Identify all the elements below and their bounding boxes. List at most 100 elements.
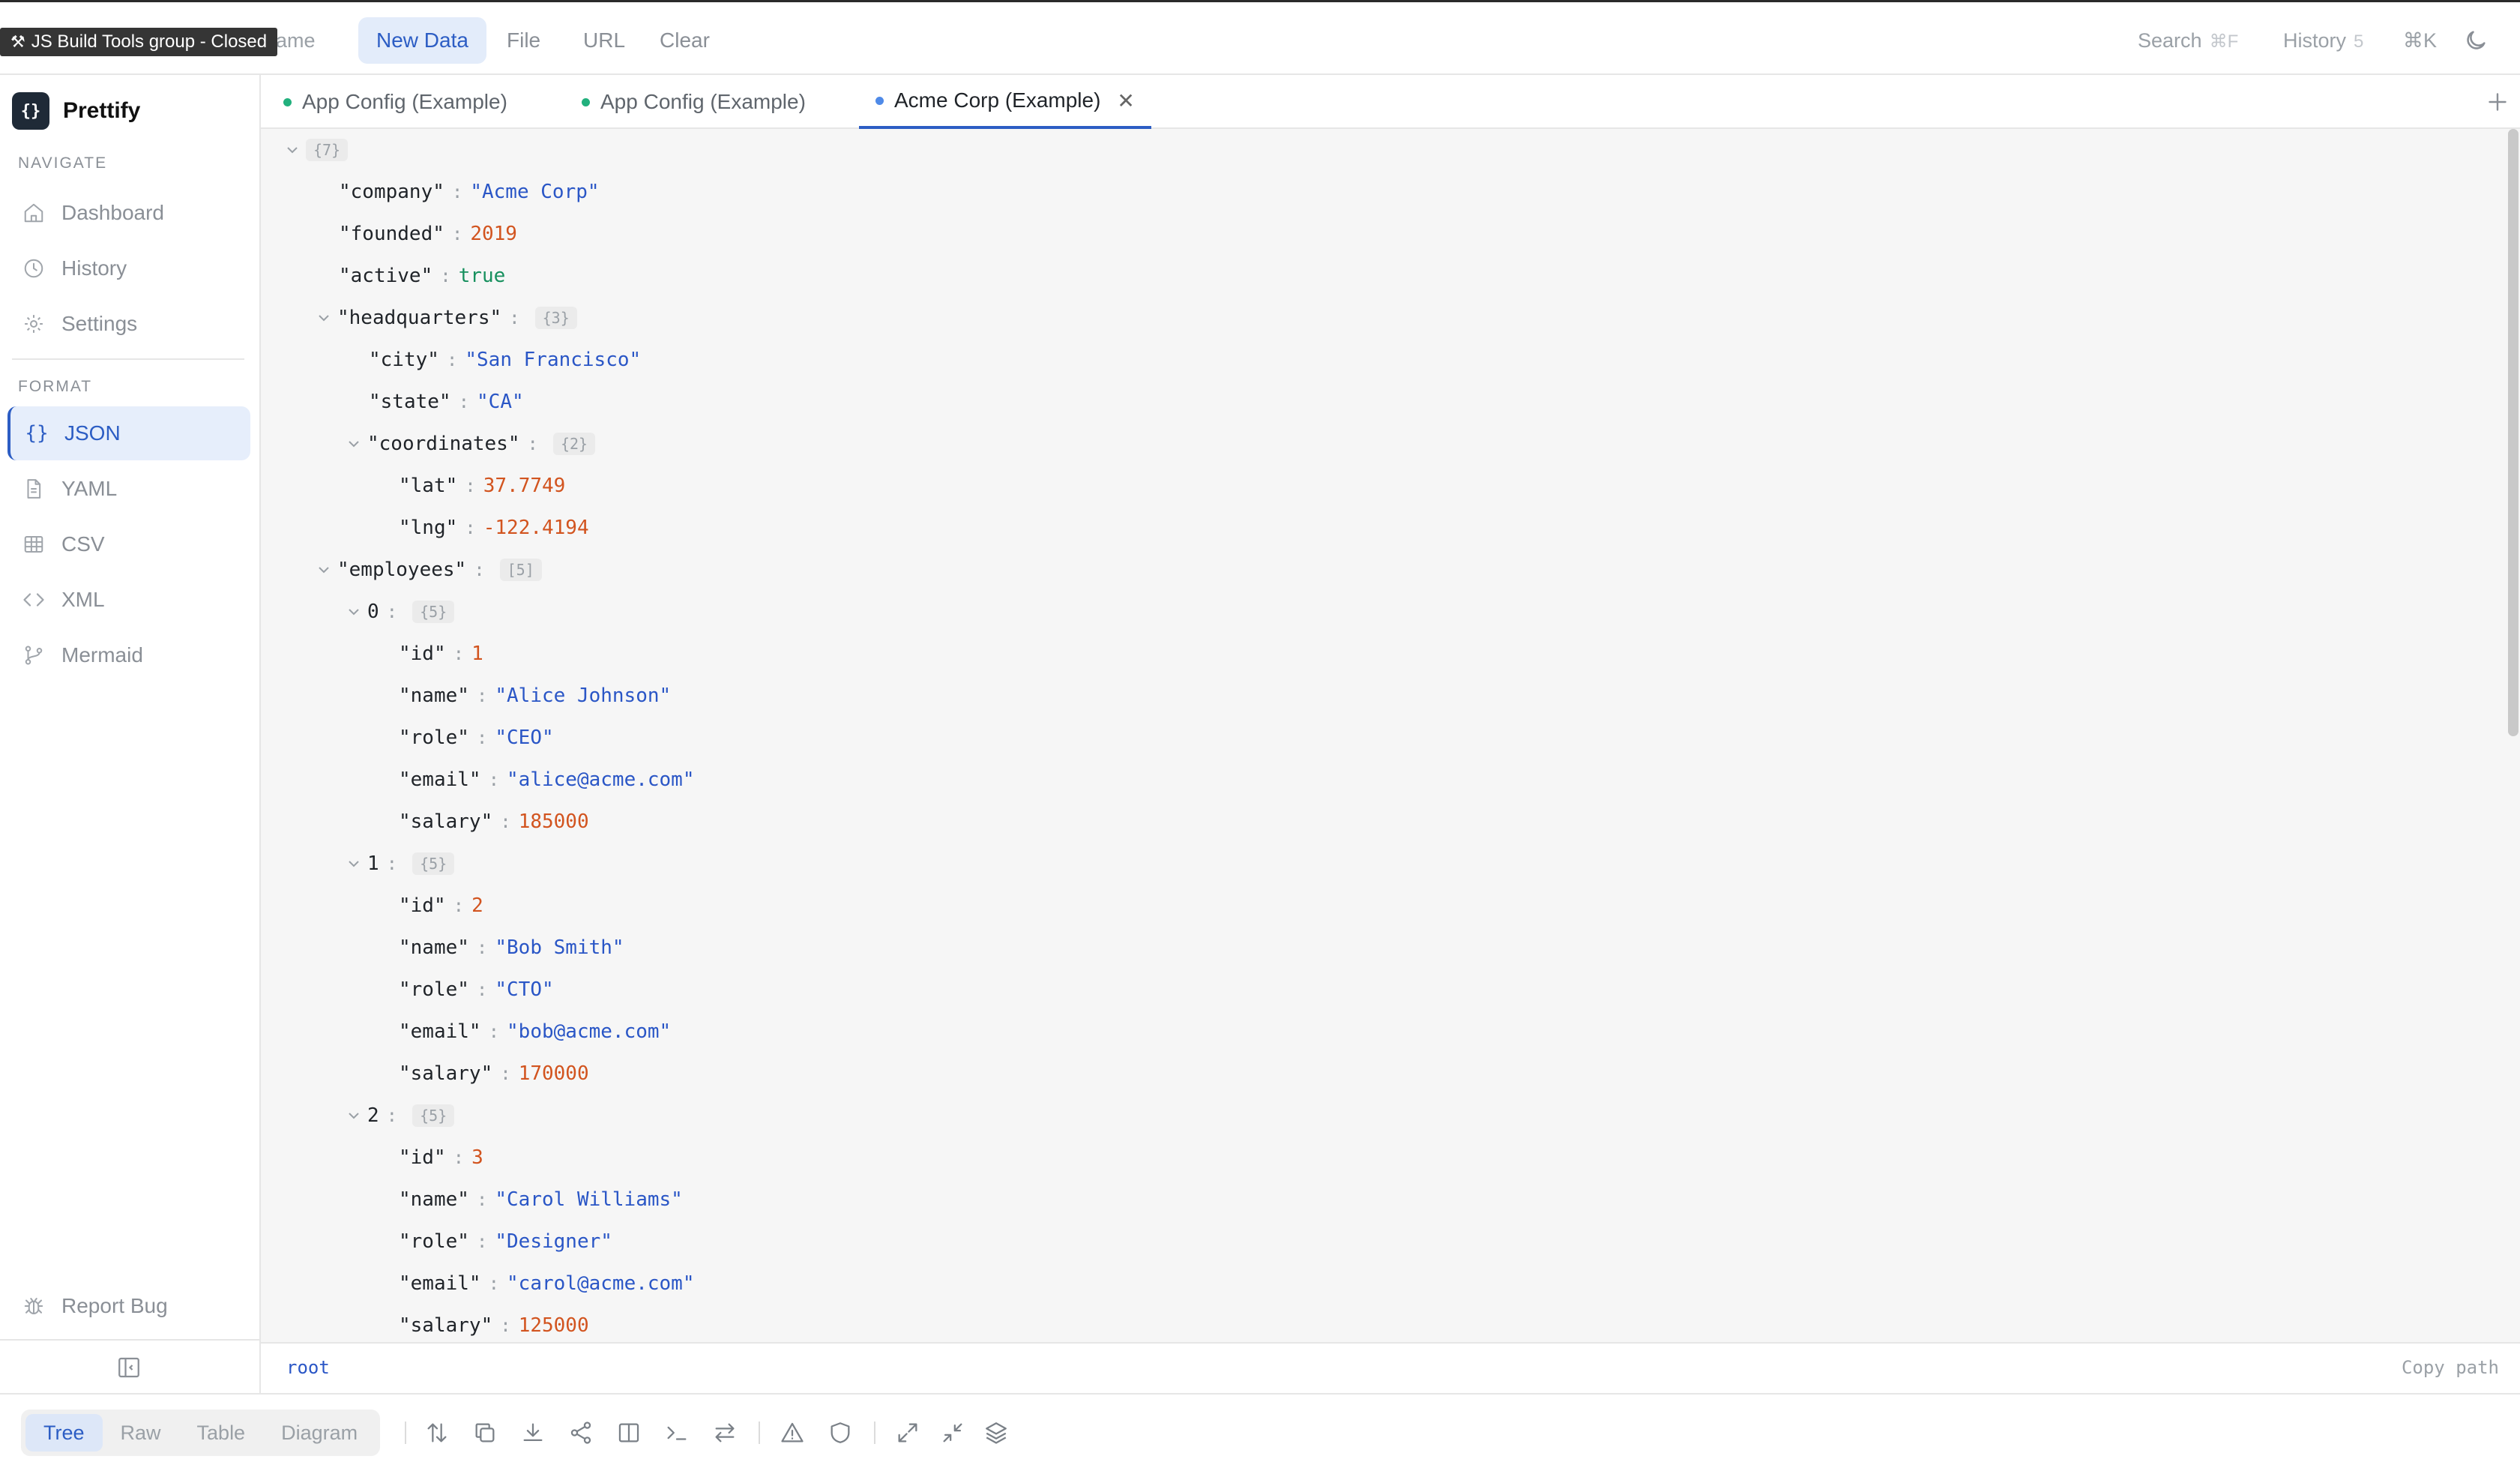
tab-label: App Config (Example) [600, 90, 806, 113]
tree-node[interactable]: "name": "Bob Smith" [399, 927, 624, 969]
tree-node-employee-0[interactable]: 0: {5} [345, 591, 455, 633]
tree-node[interactable]: "salary":125000 [399, 1305, 589, 1342]
sidebar-item-label: CSV [61, 532, 105, 556]
node-value: "San Francisco" [465, 349, 642, 371]
brand[interactable]: {} Prettify [12, 91, 140, 130]
tree-node[interactable]: "name": "Alice Johnson" [399, 675, 671, 717]
colon: : [476, 937, 488, 958]
tree-node[interactable]: "lng": -122.4194 [399, 507, 589, 549]
tree-node[interactable]: "email": "carol@acme.com" [399, 1263, 694, 1305]
tooltip-text: JS Build Tools group - Closed [31, 31, 268, 52]
expand-all-button[interactable] [895, 1420, 920, 1446]
node-key: "name" [399, 936, 469, 959]
tree-node[interactable]: "email": "bob@acme.com" [399, 1011, 671, 1053]
sidebar-item-mermaid[interactable]: Mermaid [7, 628, 250, 682]
compare-button[interactable] [712, 1420, 738, 1446]
warning-icon [781, 1422, 804, 1443]
node-key: "headquarters" [337, 307, 502, 329]
split-view-button[interactable] [616, 1420, 642, 1446]
node-value: "Alice Johnson" [495, 685, 672, 707]
command-palette-button[interactable]: ⌘K [2403, 17, 2437, 64]
colon: : [527, 433, 538, 454]
view-table-button[interactable]: Table [179, 1414, 264, 1452]
tab-acme-corp[interactable]: Acme Corp (Example) ✕ [859, 75, 1151, 129]
view-raw-button[interactable]: Raw [103, 1414, 179, 1452]
node-count-badge: {5} [412, 601, 455, 623]
collapse-all-button[interactable] [940, 1420, 965, 1446]
node-key: "email" [399, 1020, 481, 1043]
sidebar-item-history[interactable]: History [7, 241, 250, 295]
search-button[interactable]: Search ⌘F [2138, 17, 2238, 64]
json-path[interactable]: root [286, 1357, 330, 1378]
collapse-sidebar-button[interactable] [115, 1354, 142, 1381]
tree-node-employee-1[interactable]: 1: {5} [345, 843, 455, 885]
new-data-button[interactable]: New Data [358, 17, 486, 64]
terminal-button[interactable] [664, 1420, 690, 1446]
toolbar-separator [405, 1422, 406, 1444]
tree-node-root[interactable]: {7} [283, 129, 349, 171]
tree-node-employee-2[interactable]: 2: {5} [345, 1095, 455, 1137]
tree-node-coordinates[interactable]: "coordinates": {2} [345, 423, 596, 465]
tree-node[interactable]: "state": "CA" [369, 381, 524, 423]
download-icon [523, 1423, 543, 1442]
view-tree-button[interactable]: Tree [25, 1414, 103, 1452]
tab-group-tooltip: ⚒ JS Build Tools group - Closed [0, 28, 278, 56]
tree-node[interactable]: "name": "Carol Williams" [399, 1179, 683, 1221]
tree-node[interactable]: "id":2 [399, 885, 483, 927]
tree-node[interactable]: "company": "Acme Corp" [339, 171, 600, 213]
tree-node[interactable]: "city": "San Francisco" [369, 339, 641, 381]
view-diagram-button[interactable]: Diagram [263, 1414, 376, 1452]
layers-button[interactable] [983, 1420, 1009, 1446]
history-label: History [2283, 29, 2347, 52]
tree-node-headquarters[interactable]: "headquarters": {3} [315, 297, 577, 339]
tree-node-employees[interactable]: "employees": [5] [315, 549, 542, 591]
tree-node[interactable]: "salary":170000 [399, 1053, 589, 1095]
download-button[interactable] [520, 1420, 546, 1446]
file-button[interactable]: File [489, 17, 558, 64]
tree-node[interactable]: "role": "CEO" [399, 717, 554, 759]
tree-node[interactable]: "role": "CTO" [399, 969, 554, 1011]
sidebar-item-yaml[interactable]: YAML [7, 462, 250, 516]
copy-button[interactable] [472, 1420, 498, 1446]
clear-button[interactable]: Clear [642, 17, 728, 64]
schema-button[interactable] [828, 1420, 853, 1446]
vertical-scrollbar[interactable] [2508, 129, 2519, 736]
hidden-button-text[interactable]: ame [276, 28, 316, 53]
tree-node[interactable]: "active": true [339, 255, 505, 297]
sidebar-item-xml[interactable]: XML [7, 573, 250, 627]
sidebar-item-json[interactable]: {} JSON [7, 406, 250, 460]
code-icon [22, 589, 45, 611]
tab-app-config-2[interactable]: App Config (Example) [565, 75, 822, 129]
node-value: 2019 [470, 223, 517, 245]
validate-button[interactable] [780, 1420, 805, 1446]
tree-node[interactable]: "email": "alice@acme.com" [399, 759, 694, 801]
sort-button[interactable] [424, 1420, 450, 1446]
colon: : [386, 1105, 398, 1126]
report-bug-button[interactable]: Report Bug [7, 1279, 250, 1333]
tab-app-config-1[interactable]: App Config (Example) [267, 75, 524, 129]
history-button[interactable]: History 5 [2283, 17, 2363, 64]
sidebar-item-csv[interactable]: CSV [7, 517, 250, 571]
copy-path-button[interactable]: Copy path [2402, 1357, 2499, 1378]
navigate-section-title: NAVIGATE [18, 154, 108, 172]
new-tab-button[interactable] [2484, 88, 2511, 115]
sidebar-item-label: Mermaid [61, 643, 143, 667]
close-icon[interactable]: ✕ [1117, 88, 1134, 113]
share-button[interactable] [568, 1420, 594, 1446]
url-button[interactable]: URL [565, 17, 643, 64]
node-value: "alice@acme.com" [507, 768, 695, 791]
node-key: "salary" [399, 1062, 493, 1085]
sidebar-item-settings[interactable]: Settings [7, 297, 250, 351]
node-index: 2 [367, 1104, 379, 1127]
colon: : [488, 1273, 500, 1294]
sidebar-item-label: Settings [61, 312, 138, 335]
sidebar-item-dashboard[interactable]: Dashboard [7, 186, 250, 240]
tree-node[interactable]: "lat":37.7749 [399, 465, 565, 507]
tree-node[interactable]: "role": "Designer" [399, 1221, 612, 1263]
theme-toggle[interactable] [2463, 28, 2489, 53]
tree-node[interactable]: "id":1 [399, 633, 483, 675]
tree-node[interactable]: "id":3 [399, 1137, 483, 1179]
tree-node[interactable]: "founded":2019 [339, 213, 517, 255]
tree-node[interactable]: "salary":185000 [399, 801, 589, 843]
chevron-down-icon [349, 1113, 359, 1119]
